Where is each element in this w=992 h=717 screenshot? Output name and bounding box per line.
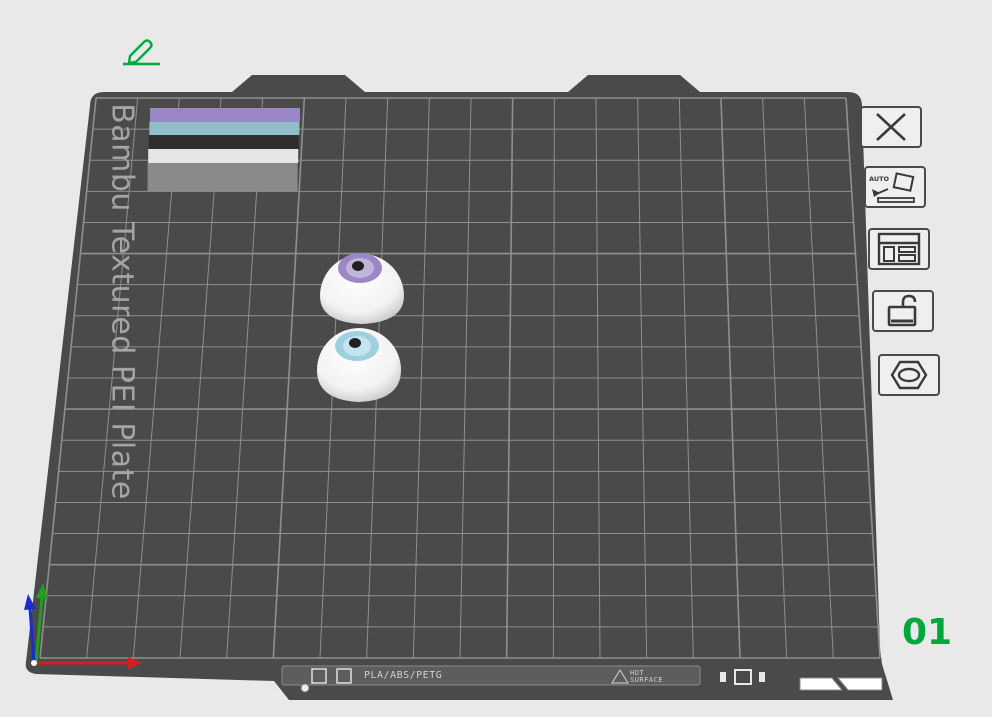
unlock-icon [887, 294, 917, 327]
wipe-tower-layer [149, 122, 300, 135]
wipe-tower[interactable] [147, 108, 300, 191]
close-x-icon [876, 113, 906, 141]
hot-surface-warning: HOT SURFACE [630, 669, 664, 684]
3d-viewport[interactable] [0, 0, 992, 717]
pupil [352, 261, 364, 271]
pupil [349, 338, 361, 348]
auto-badge: AUTO [869, 175, 890, 183]
wipe-tower-layer [148, 149, 299, 163]
hex-nut-icon [890, 360, 928, 390]
arrange-layout-icon [877, 232, 921, 266]
auto-orient-icon: AUTO [869, 172, 915, 203]
plate-material-text: PLA/ABS/PETG [364, 670, 443, 681]
close-plate-button[interactable] [860, 106, 922, 148]
plate-type-label: Bambu Textured PEI Plate [104, 103, 140, 500]
edit-plate-name-icon[interactable] [120, 36, 162, 66]
wipe-tower-layer [147, 163, 298, 191]
strip-hole [300, 683, 310, 693]
lock-plate-button[interactable] [872, 290, 934, 332]
auto-orient-button[interactable]: AUTO [864, 166, 926, 208]
wipe-tower-layer [148, 135, 299, 149]
arrange-button[interactable] [868, 228, 930, 270]
plate-settings-button[interactable] [878, 354, 940, 396]
wipe-tower-layer [150, 108, 300, 122]
plate-number: 01 [902, 612, 953, 653]
